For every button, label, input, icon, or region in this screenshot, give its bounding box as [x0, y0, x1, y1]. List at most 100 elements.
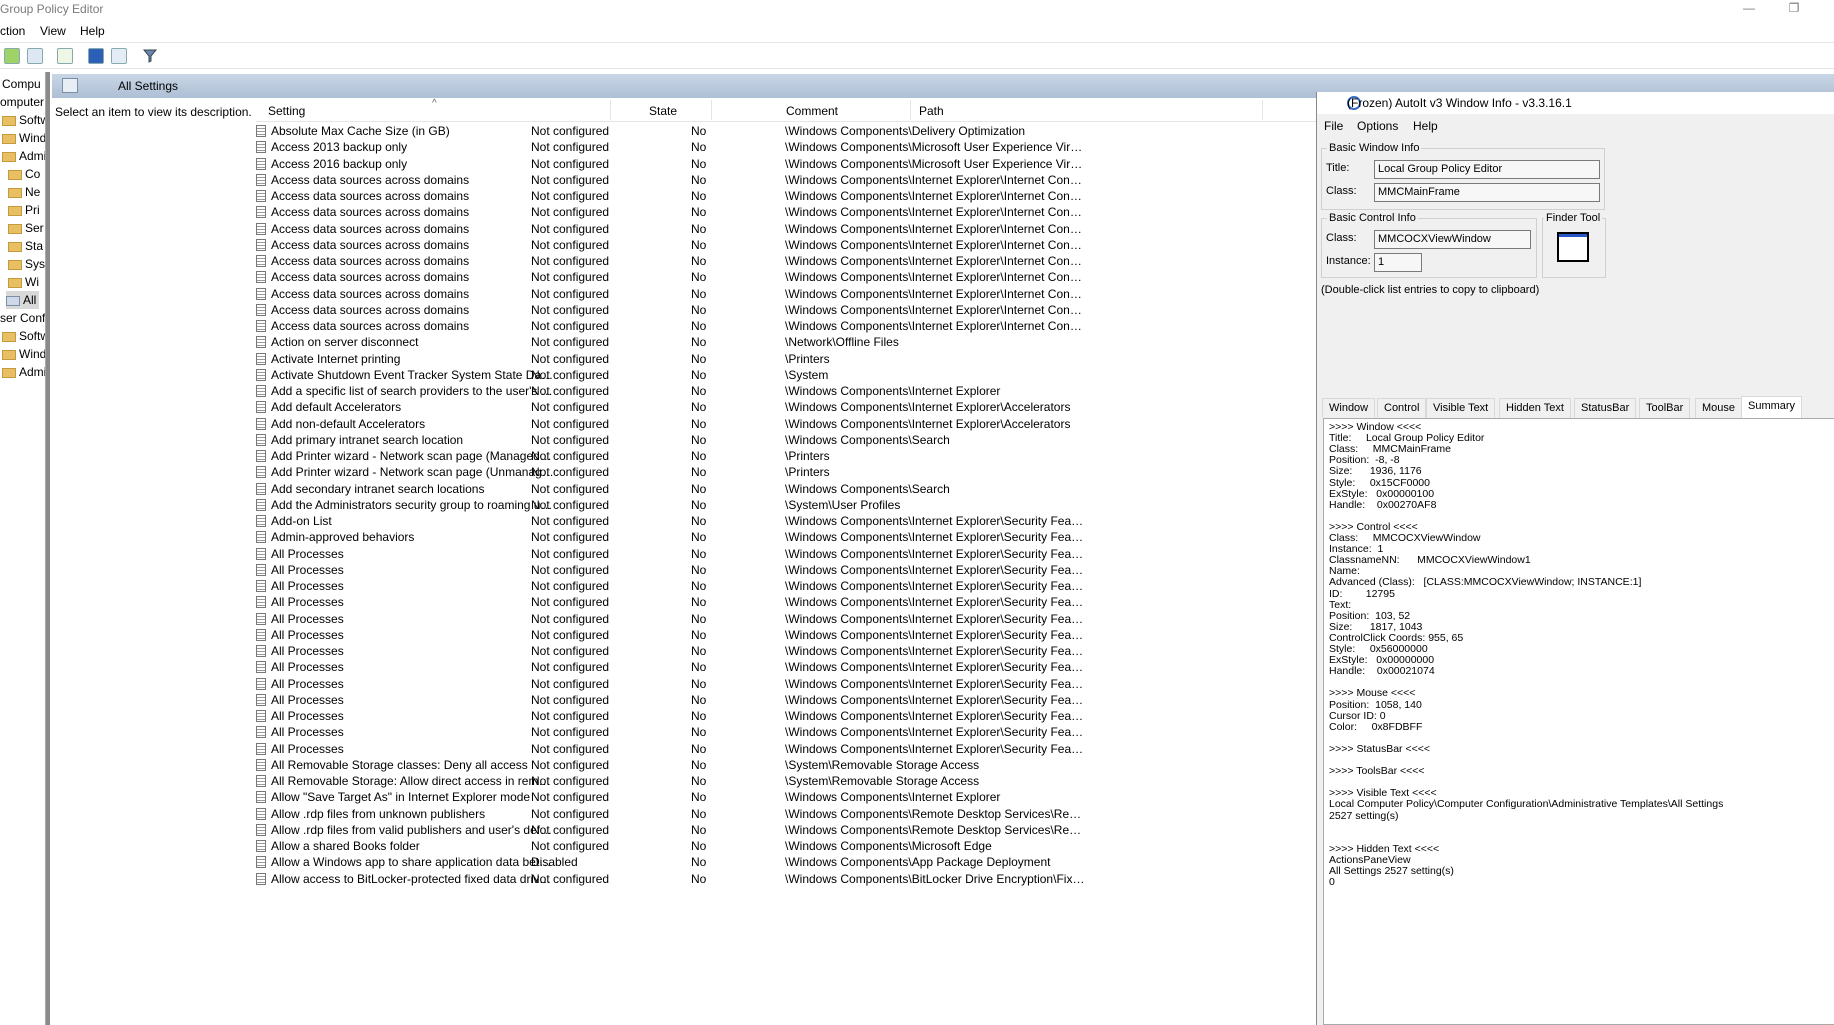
tree-item[interactable]: Sys [8, 255, 45, 273]
properties-icon[interactable] [111, 48, 127, 64]
tab-statusbar[interactable]: StatusBar [1574, 398, 1637, 418]
policy-setting-icon [256, 401, 266, 414]
basic-control-label: Basic Control Info [1327, 212, 1418, 224]
setting-name: Admin-approved behaviors [271, 530, 415, 545]
tree-item[interactable]: Windo [2, 129, 45, 147]
folder-icon [2, 331, 16, 342]
tree-item[interactable]: Windo [2, 345, 45, 363]
instance-field[interactable]: 1 [1374, 253, 1422, 272]
policy-setting-icon [256, 482, 266, 495]
tree-item[interactable]: ser Conf [0, 309, 45, 327]
tree-item[interactable]: Softwa [2, 111, 45, 129]
setting-name: Access data sources across domains [271, 205, 470, 220]
tree-item-all-settings[interactable]: All [6, 291, 40, 309]
setting-name: Add non-default Accelerators [271, 416, 426, 431]
tree-item[interactable]: Ne [8, 183, 40, 201]
policy-setting-icon [256, 580, 266, 592]
setting-name: Access 2013 backup only [271, 140, 408, 155]
title-field[interactable]: Local Group Policy Editor [1374, 160, 1600, 179]
restore-button[interactable]: ❐ [1780, 0, 1808, 18]
summary-line: Handle: 0x00270AF8 [1329, 498, 1437, 511]
folder-icon [8, 259, 22, 270]
tree-item[interactable]: Softwa [2, 327, 45, 345]
policy-setting-icon [256, 645, 266, 657]
tab-visible-text[interactable]: Visible Text [1426, 398, 1496, 418]
policy-setting-icon [256, 547, 266, 560]
column-divider[interactable] [610, 100, 611, 120]
policy-setting-icon [256, 238, 266, 251]
folder-icon [2, 151, 16, 162]
tab-mouse[interactable]: Mouse [1695, 398, 1743, 418]
autoit-menu-options[interactable]: Options [1357, 119, 1398, 133]
tree-item[interactable]: Wi [8, 273, 39, 291]
control-class-field[interactable]: MMCOCXViewWindow [1374, 230, 1531, 249]
policy-setting-icon [256, 628, 266, 641]
tab-control[interactable]: Control [1377, 398, 1427, 418]
autoit-title-bar: (Frozen) AutoIt v3 Window Info - v3.3.16… [1317, 92, 1834, 114]
autoit-menu-help[interactable]: Help [1413, 119, 1438, 133]
toolbar [0, 42, 1834, 69]
column-divider[interactable] [1262, 100, 1263, 120]
tab-window[interactable]: Window [1322, 398, 1376, 418]
setting-name: Activate Internet printing [271, 351, 401, 366]
setting-name: All Processes [271, 562, 344, 577]
setting-name: Access data sources across domains [271, 302, 470, 317]
column-state[interactable]: State [649, 104, 677, 118]
finder-crosshair-icon[interactable] [1557, 232, 1589, 262]
minimize-button[interactable]: — [1735, 0, 1763, 18]
tree-item[interactable]: Compu [2, 75, 41, 93]
export-list-icon[interactable] [57, 48, 73, 64]
title-bar: Group Policy Editor — ❐ [0, 0, 1834, 20]
setting-name: All Processes [271, 579, 344, 593]
policy-setting-icon [256, 823, 266, 836]
tree-item[interactable]: Admir [2, 363, 45, 381]
pane-splitter[interactable] [46, 72, 50, 1025]
policy-setting-icon [256, 612, 266, 625]
tree-item[interactable]: Pri [8, 201, 40, 219]
setting-name: All Processes [271, 644, 344, 658]
setting-name: Allow a shared Books folder [271, 839, 420, 853]
tree-item[interactable]: omputer [0, 93, 44, 111]
tab-hidden-text[interactable]: Hidden Text [1499, 398, 1571, 418]
tree-item[interactable]: Co [8, 165, 40, 183]
folder-icon [8, 169, 22, 180]
setting-name: All Processes [271, 611, 344, 626]
tree-item[interactable]: Ser [8, 219, 44, 237]
class-field[interactable]: MMCMainFrame [1374, 183, 1600, 202]
policy-setting-icon [256, 531, 266, 544]
tree-item[interactable]: Sta [8, 237, 43, 255]
column-setting[interactable]: Setting [268, 104, 305, 118]
setting-name: Access data sources across domains [271, 237, 470, 252]
menu-view[interactable]: View [40, 24, 66, 38]
tab-summary[interactable]: Summary [1741, 396, 1803, 418]
tab-toolbar[interactable]: ToolBar [1639, 398, 1691, 418]
setting-name: All Processes [271, 741, 344, 756]
autoit-menu-bar: File Options Help [1317, 116, 1834, 134]
filter-icon[interactable] [142, 48, 158, 64]
summary-line: All Settings 2527 setting(s) [1329, 865, 1454, 877]
menu-help[interactable]: Help [80, 24, 105, 38]
settings-list: Setting ^ State Comment Path Absolute Ma… [256, 98, 1316, 1025]
column-comment[interactable]: Comment [786, 104, 838, 118]
table-row[interactable]: Allow access to BitLocker-protected fixe… [256, 870, 1316, 889]
setting-name: All Processes [271, 692, 344, 707]
autoit-menu-file[interactable]: File [1324, 119, 1343, 133]
up-folder-icon[interactable] [4, 48, 20, 64]
show-hide-tree-icon[interactable] [27, 48, 43, 64]
column-divider[interactable] [910, 100, 911, 120]
content-title: All Settings [118, 79, 179, 93]
column-path[interactable]: Path [919, 104, 944, 118]
policy-setting-icon [256, 141, 266, 154]
tree-item[interactable]: Admir [2, 147, 45, 165]
column-divider[interactable] [711, 100, 712, 120]
help-icon[interactable] [88, 48, 104, 64]
setting-name: Access data sources across domains [271, 221, 470, 236]
description-pane: Select an item to view its description. [52, 98, 256, 1025]
summary-list[interactable]: >>>> Window <<<< Title: Local Group Polic… [1323, 418, 1834, 1025]
policy-setting-icon [256, 303, 266, 316]
menu-action[interactable]: ction [0, 24, 25, 38]
folder-icon [8, 223, 22, 234]
policy-setting-icon [256, 173, 266, 186]
policy-setting-icon [256, 775, 266, 787]
column-headers: Setting ^ State Comment Path [256, 98, 1316, 122]
